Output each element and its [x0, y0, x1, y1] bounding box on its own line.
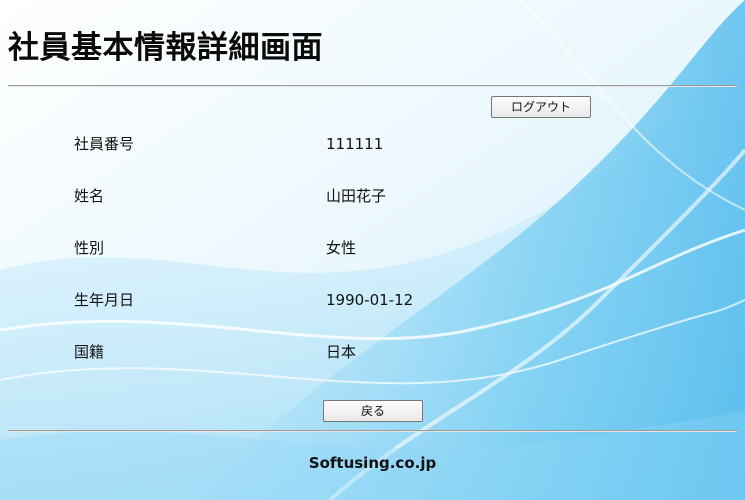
- gender-label: 性別: [74, 239, 105, 257]
- footer-company-name: Softusing.co.jp: [308, 454, 437, 472]
- employee-number-label: 社員番号: [74, 135, 135, 153]
- page-content: 社員基本情報詳細画面 ログアウト 社員番号 111111 姓名 山田花子 性別 …: [0, 0, 745, 500]
- logout-button[interactable]: ログアウト: [491, 96, 591, 118]
- bottom-divider: [8, 430, 737, 432]
- back-button[interactable]: 戻る: [323, 400, 423, 422]
- detail-row-name: 姓名 山田花子: [0, 184, 745, 208]
- gender-value: 女性: [326, 239, 357, 257]
- top-divider: [8, 85, 737, 87]
- birthdate-value: 1990-01-12: [326, 291, 414, 309]
- name-value: 山田花子: [326, 187, 387, 205]
- employee-number-value: 111111: [326, 135, 384, 153]
- detail-row-gender: 性別 女性: [0, 236, 745, 260]
- name-label: 姓名: [74, 187, 105, 205]
- nationality-value: 日本: [326, 343, 357, 361]
- birthdate-label: 生年月日: [74, 291, 135, 309]
- nationality-label: 国籍: [74, 343, 105, 361]
- page-title: 社員基本情報詳細画面: [8, 30, 323, 66]
- detail-row-nationality: 国籍 日本: [0, 340, 745, 364]
- detail-row-birthdate: 生年月日 1990-01-12: [0, 288, 745, 312]
- detail-row-employee-number: 社員番号 111111: [0, 132, 745, 156]
